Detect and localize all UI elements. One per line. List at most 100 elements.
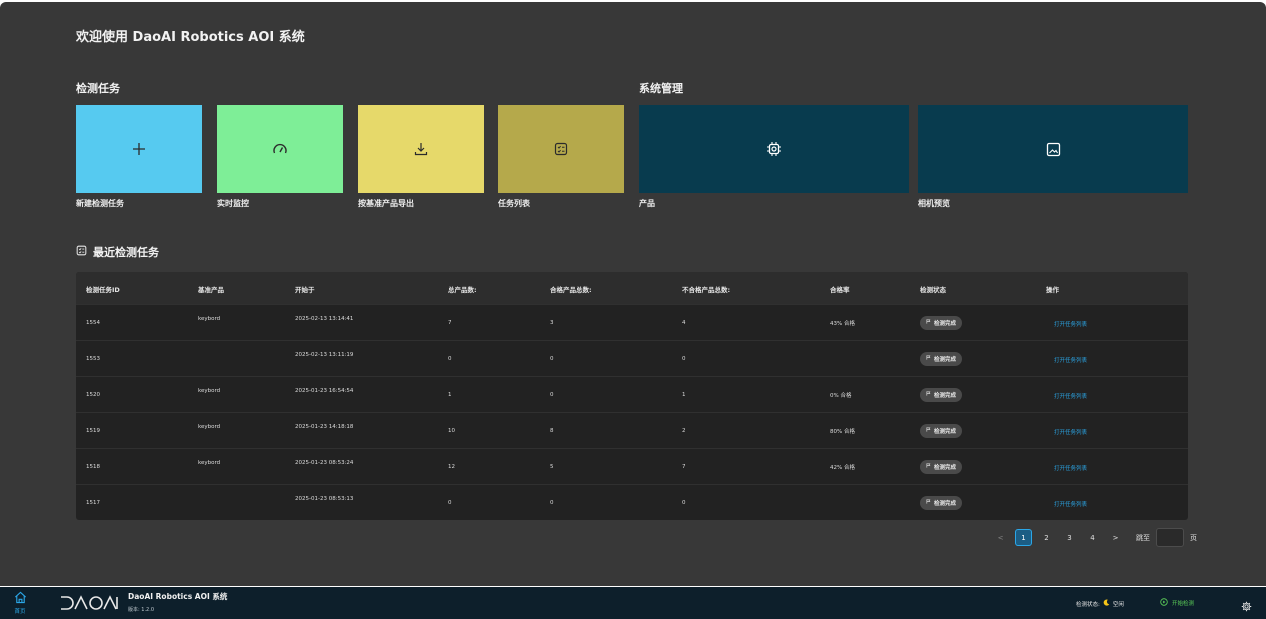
tile-label-task-list[interactable]: 任务列表 bbox=[498, 198, 530, 209]
status-badge: 检测完成 bbox=[920, 423, 963, 438]
tile-label-export-by-product[interactable]: 按基准产品导出 bbox=[358, 198, 414, 209]
open-task-list-link[interactable]: 打开任务列表 bbox=[1054, 428, 1087, 436]
col-header-product: 基准产品 bbox=[198, 286, 224, 294]
cell-id: 1554 bbox=[86, 320, 100, 326]
chip-icon bbox=[766, 141, 782, 157]
cell-fail: 2 bbox=[682, 428, 686, 434]
cell-start: 2025-01-23 08:53:13 bbox=[295, 496, 354, 502]
col-header-id: 检测任务ID bbox=[86, 286, 120, 294]
flag-icon bbox=[926, 355, 931, 362]
flag-icon bbox=[926, 391, 931, 398]
cell-id: 1518 bbox=[86, 464, 100, 470]
tile-export-by-product[interactable] bbox=[358, 105, 484, 193]
image-icon bbox=[1046, 142, 1061, 157]
cell-pass: 0 bbox=[550, 392, 554, 398]
tile-live-monitor[interactable] bbox=[217, 105, 343, 193]
tile-product[interactable] bbox=[639, 105, 909, 193]
cell-total: 0 bbox=[448, 356, 452, 362]
col-header-status: 检测状态 bbox=[920, 286, 946, 294]
tile-label-new-task[interactable]: 新建检测任务 bbox=[76, 198, 124, 209]
page-suffix: 页 bbox=[1190, 533, 1197, 542]
cell-rate: 80% 合格 bbox=[830, 429, 855, 435]
cell-total: 7 bbox=[448, 320, 452, 326]
cell-rate: 0% 合格 bbox=[830, 393, 852, 399]
detection-status-label: 检测状态: bbox=[1076, 601, 1100, 608]
plus-icon bbox=[132, 142, 146, 156]
flag-icon bbox=[926, 499, 931, 506]
status-badge: 检测完成 bbox=[920, 387, 963, 402]
cell-product: keybord bbox=[198, 316, 221, 322]
checklist-icon bbox=[76, 245, 87, 259]
page-button-1[interactable]: 1 bbox=[1015, 529, 1032, 546]
tile-label-camera-preview[interactable]: 相机预览 bbox=[918, 198, 950, 209]
tile-label-live-monitor[interactable]: 实时监控 bbox=[217, 198, 249, 209]
open-task-list-link[interactable]: 打开任务列表 bbox=[1054, 392, 1087, 400]
col-header-rate: 合格率 bbox=[830, 286, 850, 294]
table-row: 1518 keybord 2025-01-23 08:53:24 12 5 7 42% 合格… bbox=[76, 448, 1188, 484]
status-badge-label: 检测完成 bbox=[934, 320, 957, 327]
col-header-total: 总产品数: bbox=[448, 286, 477, 294]
cell-start: 2025-02-13 13:11:19 bbox=[295, 352, 354, 358]
table-row: 1517 2025-01-23 08:53:13 0 0 0 检测完成 打开任务列表 bbox=[76, 484, 1188, 520]
cell-id: 1520 bbox=[86, 392, 100, 398]
tile-label-product[interactable]: 产品 bbox=[639, 198, 655, 209]
cell-product: keybord bbox=[198, 460, 221, 466]
cell-fail: 4 bbox=[682, 320, 686, 326]
table-row: 1554 keybord 2025-02-13 13:14:41 7 3 4 43% 合格 检… bbox=[76, 304, 1188, 340]
page-button-4[interactable]: 4 bbox=[1084, 529, 1101, 546]
cell-start: 2025-01-23 16:54:54 bbox=[295, 388, 354, 394]
cell-start: 2025-02-13 13:14:41 bbox=[295, 316, 354, 322]
home-label: 首页 bbox=[14, 609, 26, 615]
footer-bar: 首页 DAOAI DaoAI Robotics AOI 系统 版本: 1.2.0… bbox=[0, 587, 1266, 619]
cell-pass: 0 bbox=[550, 500, 554, 506]
tile-task-list[interactable] bbox=[498, 105, 624, 193]
detection-status-value: 空闲 bbox=[1112, 601, 1124, 608]
home-icon bbox=[14, 591, 27, 606]
recent-tasks-title: 最近检测任务 bbox=[93, 246, 159, 259]
moon-icon bbox=[1103, 599, 1110, 608]
cell-start: 2025-01-23 08:53:24 bbox=[295, 460, 354, 466]
tile-new-task[interactable] bbox=[76, 105, 202, 193]
start-detection-label: 开始检测 bbox=[1172, 601, 1195, 607]
daoai-logo: DAOAI bbox=[60, 594, 118, 616]
jump-page-input[interactable] bbox=[1156, 528, 1184, 547]
logo-text: DAOAI bbox=[118, 594, 119, 595]
cell-pass: 5 bbox=[550, 464, 554, 470]
flag-icon bbox=[926, 463, 931, 470]
tile-camera-preview[interactable] bbox=[918, 105, 1188, 193]
open-task-list-link[interactable]: 打开任务列表 bbox=[1054, 464, 1087, 472]
section-title-detect-tasks: 检测任务 bbox=[76, 82, 120, 95]
prev-page-button[interactable]: < bbox=[992, 529, 1009, 546]
cell-total: 10 bbox=[448, 428, 455, 434]
cell-total: 0 bbox=[448, 500, 452, 506]
page-button-3[interactable]: 3 bbox=[1061, 529, 1078, 546]
pagination: < 1 2 3 4 > 跳至 页 bbox=[992, 528, 1197, 547]
cell-rate: 43% 合格 bbox=[830, 321, 855, 327]
cell-pass: 8 bbox=[550, 428, 554, 434]
page-button-2[interactable]: 2 bbox=[1038, 529, 1055, 546]
checklist-icon bbox=[554, 142, 568, 156]
status-badge: 检测完成 bbox=[920, 459, 963, 474]
cell-fail: 7 bbox=[682, 464, 686, 470]
home-button[interactable]: 首页 bbox=[0, 587, 40, 619]
col-header-start: 开始于 bbox=[295, 286, 315, 294]
footer-app-name: DaoAI Robotics AOI 系统 bbox=[128, 592, 228, 601]
open-task-list-link[interactable]: 打开任务列表 bbox=[1054, 500, 1087, 508]
cell-fail: 1 bbox=[682, 392, 686, 398]
status-badge-label: 检测完成 bbox=[934, 392, 957, 399]
open-task-list-link[interactable]: 打开任务列表 bbox=[1054, 356, 1087, 364]
start-detection-button[interactable]: 开始检测 bbox=[1160, 598, 1194, 608]
status-badge: 检测完成 bbox=[920, 315, 963, 330]
open-task-list-link[interactable]: 打开任务列表 bbox=[1054, 320, 1087, 328]
gear-icon bbox=[1241, 597, 1252, 616]
col-header-pass: 合格产品总数: bbox=[550, 286, 592, 294]
settings-button[interactable] bbox=[1241, 597, 1252, 616]
table-row: 1520 keybord 2025-01-23 16:54:54 1 0 1 0% 合格 检测… bbox=[76, 376, 1188, 412]
status-badge-label: 检测完成 bbox=[934, 464, 957, 471]
cell-product: keybord bbox=[198, 424, 221, 430]
next-page-button[interactable]: > bbox=[1107, 529, 1124, 546]
table-row: 1519 keybord 2025-01-23 14:18:18 10 8 2 80% 合格… bbox=[76, 412, 1188, 448]
cell-fail: 0 bbox=[682, 500, 686, 506]
cell-total: 12 bbox=[448, 464, 455, 470]
cell-rate: 42% 合格 bbox=[830, 465, 855, 471]
